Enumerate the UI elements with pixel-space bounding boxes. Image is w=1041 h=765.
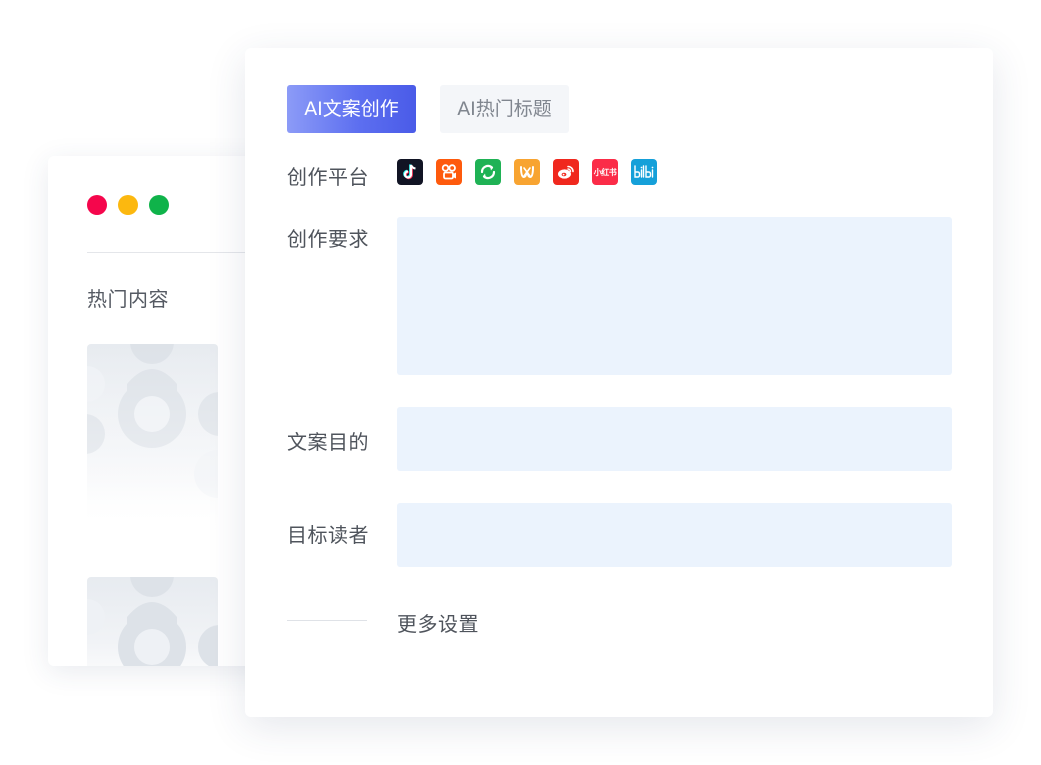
- xiaohongshu-wordmark: 小红书: [593, 167, 617, 177]
- more-settings-button[interactable]: 更多设置: [397, 608, 479, 637]
- maximize-dot[interactable]: [149, 195, 169, 215]
- kuaishou-icon[interactable]: [436, 159, 462, 185]
- wechat-channels-icon[interactable]: [475, 159, 501, 185]
- tab-ai-copywriting[interactable]: AI文案创作: [287, 85, 416, 133]
- thumbnail-pattern: [87, 344, 218, 529]
- purpose-label: 文案目的: [287, 430, 369, 454]
- audience-label: 目标读者: [287, 523, 369, 547]
- close-dot[interactable]: [87, 195, 107, 215]
- requirement-label: 创作要求: [287, 227, 369, 251]
- window-controls: [87, 195, 169, 215]
- purpose-input[interactable]: [397, 407, 952, 471]
- thumbnail-pattern: [87, 577, 218, 666]
- requirement-textarea[interactable]: [397, 217, 952, 375]
- hot-content-title: 热门内容: [87, 287, 169, 311]
- platform-label: 创作平台: [287, 165, 369, 189]
- bilibili-wordmark: [634, 165, 654, 178]
- douyin-icon[interactable]: [397, 159, 423, 185]
- platform-list: 小红书: [397, 159, 657, 185]
- audience-input[interactable]: [397, 503, 952, 567]
- ai-writing-panel: AI文案创作 AI热门标题 创作平台 小红书 创作要求 文案目的 目标读者 更多…: [245, 48, 993, 717]
- more-settings-divider: [287, 620, 367, 621]
- content-thumbnail[interactable]: [87, 344, 218, 529]
- bilibili-icon[interactable]: [631, 159, 657, 185]
- content-thumbnail[interactable]: [87, 577, 218, 666]
- weibo-icon[interactable]: [553, 159, 579, 185]
- stage: 热门内容 AI文案创作 AI热门标题 创作平台 小红书 创作要求 文案目的 目标…: [0, 0, 1041, 765]
- xiaohongshu-icon[interactable]: 小红书: [592, 159, 618, 185]
- tab-ai-hot-titles[interactable]: AI热门标题: [440, 85, 569, 133]
- miaopai-icon[interactable]: [514, 159, 540, 185]
- minimize-dot[interactable]: [118, 195, 138, 215]
